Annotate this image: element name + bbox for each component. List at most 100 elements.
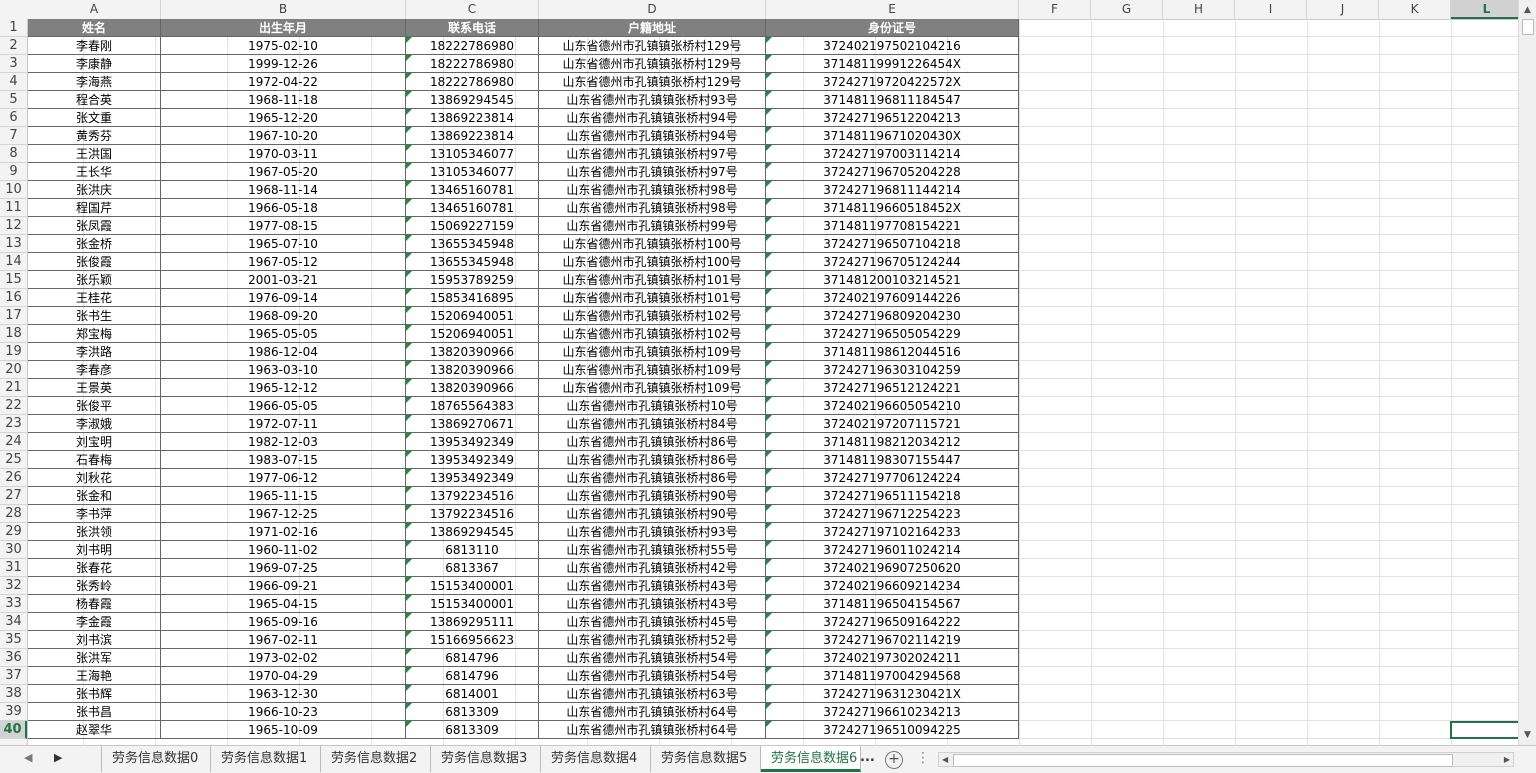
cell-name[interactable]: 张凤霞 — [28, 217, 161, 235]
cell-address[interactable]: 山东省德州市孔镇镇张桥村86号 — [539, 469, 766, 487]
cell-name[interactable]: 张书辉 — [28, 685, 161, 703]
column-header-f[interactable]: F — [1019, 0, 1091, 19]
row-header-32[interactable]: 32 — [0, 577, 27, 595]
cell-address[interactable]: 山东省德州市孔镇镇张桥村109号 — [539, 379, 766, 397]
row-header-36[interactable]: 36 — [0, 649, 27, 667]
sheet-tab-5[interactable]: 劳务信息数据5 — [651, 746, 761, 772]
column-header-h[interactable]: H — [1163, 0, 1235, 19]
cell-id-number[interactable]: 372427196505054229 — [766, 325, 1019, 343]
cell-address[interactable]: 山东省德州市孔镇镇张桥村64号 — [539, 703, 766, 721]
cell-phone[interactable]: 15069227159 — [406, 217, 539, 235]
cell-phone[interactable]: 13105346077 — [406, 145, 539, 163]
cell-address[interactable]: 山东省德州市孔镇镇张桥村109号 — [539, 361, 766, 379]
cell-phone[interactable]: 6814796 — [406, 667, 539, 685]
cell-birth-date[interactable]: 1967-12-25 — [161, 505, 406, 523]
cell-id-number[interactable]: 372427196509164222 — [766, 613, 1019, 631]
cell-name[interactable]: 杨春霞 — [28, 595, 161, 613]
cell-id-number[interactable]: 372427196610234213 — [766, 703, 1019, 721]
column-header-e[interactable]: E — [766, 0, 1019, 19]
cell-id-number[interactable]: 372427196511154218 — [766, 487, 1019, 505]
cell-address[interactable]: 山东省德州市孔镇镇张桥村97号 — [539, 145, 766, 163]
cell-phone[interactable]: 15853416895 — [406, 289, 539, 307]
column-header-j[interactable]: J — [1307, 0, 1379, 19]
cell-phone[interactable]: 15206940051 — [406, 307, 539, 325]
cell-birth-date[interactable]: 1960-11-02 — [161, 541, 406, 559]
cell-phone[interactable]: 15953789259 — [406, 271, 539, 289]
cell-id-number[interactable]: 372402197609144226 — [766, 289, 1019, 307]
cell-address[interactable]: 山东省德州市孔镇镇张桥村64号 — [539, 721, 766, 739]
row-header-34[interactable]: 34 — [0, 613, 27, 631]
cell-birth-date[interactable]: 1965-07-10 — [161, 235, 406, 253]
sheet-tab-2[interactable]: 劳务信息数据2 — [321, 746, 431, 772]
cell-name[interactable]: 张洪领 — [28, 523, 161, 541]
row-header-28[interactable]: 28 — [0, 505, 27, 523]
cell-id-number[interactable]: 371481198307155447 — [766, 451, 1019, 469]
cell-phone[interactable]: 6813309 — [406, 703, 539, 721]
cell-address[interactable]: 山东省德州市孔镇镇张桥村10号 — [539, 397, 766, 415]
cell-id-number[interactable]: 372427196512124221 — [766, 379, 1019, 397]
header-cell-name[interactable]: 姓名 — [28, 19, 161, 37]
row-header-22[interactable]: 22 — [0, 397, 27, 415]
cell-name[interactable]: 李洪路 — [28, 343, 161, 361]
cell-birth-date[interactable]: 1986-12-04 — [161, 343, 406, 361]
column-header-k[interactable]: K — [1379, 0, 1451, 19]
cell-name[interactable]: 李海燕 — [28, 73, 161, 91]
row-header-17[interactable]: 17 — [0, 307, 27, 325]
row-header-13[interactable]: 13 — [0, 235, 27, 253]
row-header-16[interactable]: 16 — [0, 289, 27, 307]
cell-name[interactable]: 刘书明 — [28, 541, 161, 559]
column-header-a[interactable]: A — [28, 0, 161, 19]
cell-name[interactable]: 张春花 — [28, 559, 161, 577]
cell-address[interactable]: 山东省德州市孔镇镇张桥村86号 — [539, 433, 766, 451]
cell-phone[interactable]: 6814001 — [406, 685, 539, 703]
cell-id-number[interactable]: 372427196811144214 — [766, 181, 1019, 199]
column-header-l[interactable]: L — [1451, 0, 1523, 19]
row-header-29[interactable]: 29 — [0, 523, 27, 541]
cell-id-number[interactable]: 372427196011024214 — [766, 541, 1019, 559]
cell-name[interactable]: 李春彦 — [28, 361, 161, 379]
cell-name[interactable]: 张乐颖 — [28, 271, 161, 289]
cell-name[interactable]: 程国芹 — [28, 199, 161, 217]
row-header-26[interactable]: 26 — [0, 469, 27, 487]
cell-id-number[interactable]: 371481198612044516 — [766, 343, 1019, 361]
cell-birth-date[interactable]: 1977-08-15 — [161, 217, 406, 235]
cell-address[interactable]: 山东省德州市孔镇镇张桥村102号 — [539, 307, 766, 325]
cell-address[interactable]: 山东省德州市孔镇镇张桥村129号 — [539, 73, 766, 91]
cell-name[interactable]: 张秀岭 — [28, 577, 161, 595]
cell-id-number[interactable]: 37148119671020430X — [766, 127, 1019, 145]
cell-phone[interactable]: 18222786980 — [406, 37, 539, 55]
cell-birth-date[interactable]: 1973-02-02 — [161, 649, 406, 667]
row-header-11[interactable]: 11 — [0, 199, 27, 217]
cell-phone[interactable]: 13953492349 — [406, 451, 539, 469]
cell-address[interactable]: 山东省德州市孔镇镇张桥村98号 — [539, 181, 766, 199]
row-header-38[interactable]: 38 — [0, 685, 27, 703]
row-header-21[interactable]: 21 — [0, 379, 27, 397]
cell-birth-date[interactable]: 1967-10-20 — [161, 127, 406, 145]
cell-id-number[interactable]: 372427196702114219 — [766, 631, 1019, 649]
cell-phone[interactable]: 13820390966 — [406, 379, 539, 397]
cell-address[interactable]: 山东省德州市孔镇镇张桥村43号 — [539, 595, 766, 613]
cell-birth-date[interactable]: 1970-04-29 — [161, 667, 406, 685]
cell-birth-date[interactable]: 1966-10-23 — [161, 703, 406, 721]
cell-phone[interactable]: 13105346077 — [406, 163, 539, 181]
cell-address[interactable]: 山东省德州市孔镇镇张桥村45号 — [539, 613, 766, 631]
cell-birth-date[interactable]: 1968-11-14 — [161, 181, 406, 199]
row-header-9[interactable]: 9 — [0, 163, 27, 181]
cell-id-number[interactable]: 372427196809204230 — [766, 307, 1019, 325]
cell-address[interactable]: 山东省德州市孔镇镇张桥村94号 — [539, 127, 766, 145]
cell-address[interactable]: 山东省德州市孔镇镇张桥村84号 — [539, 415, 766, 433]
cell-name[interactable]: 张俊平 — [28, 397, 161, 415]
cell-id-number[interactable]: 372402197302024211 — [766, 649, 1019, 667]
cell-birth-date[interactable]: 1965-12-20 — [161, 109, 406, 127]
cell-name[interactable]: 李春刚 — [28, 37, 161, 55]
header-cell-id-number[interactable]: 身份证号 — [766, 19, 1019, 37]
column-header-c[interactable]: C — [406, 0, 539, 19]
cell-phone[interactable]: 13820390966 — [406, 343, 539, 361]
cell-id-number[interactable]: 372402196907250620 — [766, 559, 1019, 577]
cell-birth-date[interactable]: 1967-05-12 — [161, 253, 406, 271]
cell-id-number[interactable]: 372427197706124224 — [766, 469, 1019, 487]
cell-address[interactable]: 山东省德州市孔镇镇张桥村55号 — [539, 541, 766, 559]
tab-scroll-left-icon[interactable]: ◀ — [24, 751, 32, 764]
cell-address[interactable]: 山东省德州市孔镇镇张桥村43号 — [539, 577, 766, 595]
cell-phone[interactable]: 13792234516 — [406, 505, 539, 523]
